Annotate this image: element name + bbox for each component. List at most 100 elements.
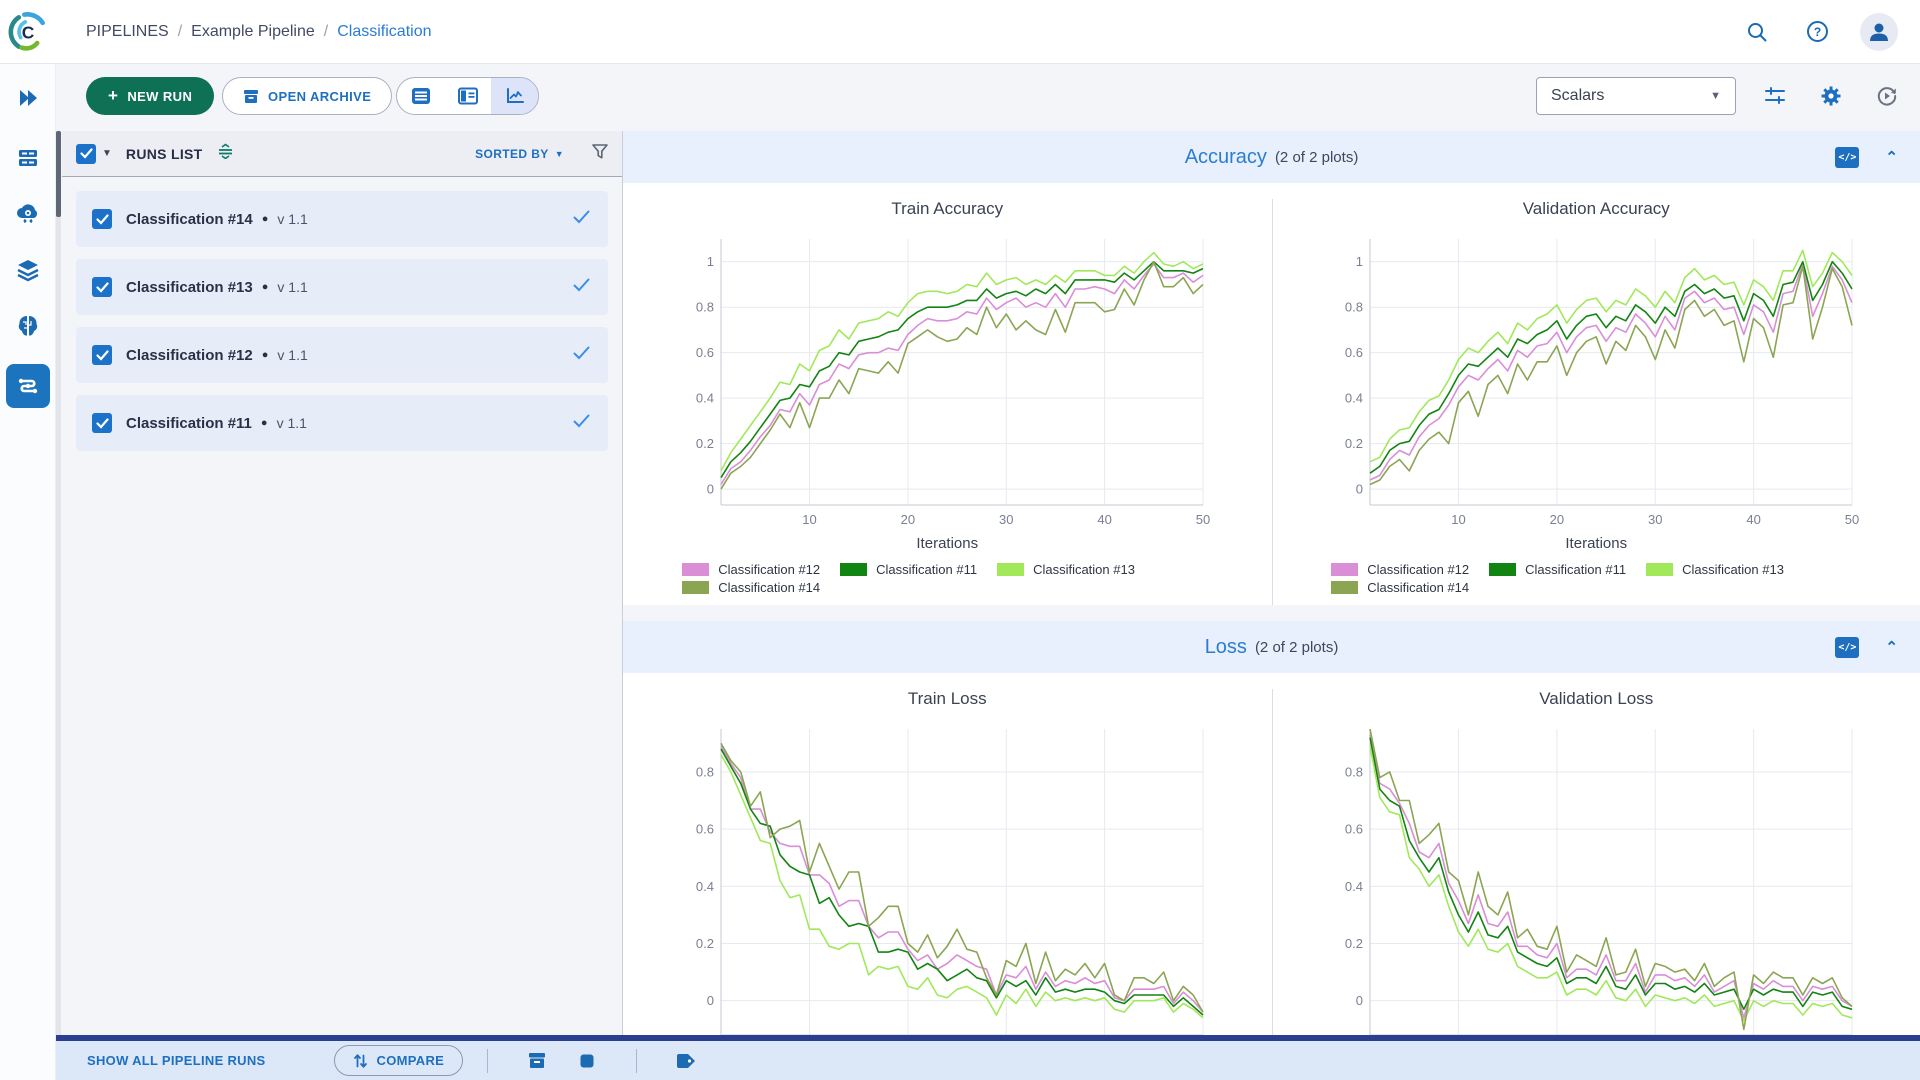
auto-refresh-icon[interactable]	[1870, 79, 1904, 113]
sort-settings-icon[interactable]	[217, 143, 234, 164]
chart-legend[interactable]: Classification #12 Classification #11 Clas…	[682, 562, 1212, 595]
legend-label: Classification #11	[1525, 562, 1627, 577]
open-archive-button[interactable]: OPEN ARCHIVE	[222, 77, 393, 115]
chart-view-icon[interactable]	[491, 78, 538, 114]
tune-icon[interactable]	[1758, 79, 1792, 113]
runs-scrollbar-thumb[interactable]	[56, 131, 61, 217]
nav-pipelines-icon[interactable]	[5, 364, 50, 408]
svg-text:0.2: 0.2	[1345, 436, 1363, 451]
breadcrumb-current: Classification	[337, 22, 432, 40]
svg-text:10: 10	[1452, 512, 1466, 527]
svg-text:0.4: 0.4	[1345, 391, 1363, 406]
svg-text:20: 20	[1550, 512, 1564, 527]
chart-legend[interactable]: Classification #12 Classification #11 Clas…	[1331, 562, 1861, 595]
svg-text:0.4: 0.4	[696, 879, 714, 894]
bottom-action-bar: SHOW ALL PIPELINE RUNS COMPARE	[56, 1041, 1920, 1080]
svg-text:0: 0	[1356, 993, 1363, 1008]
nav-workers-icon[interactable]	[6, 136, 50, 180]
legend-item[interactable]: Classification #14	[1331, 580, 1469, 595]
sorted-by-dropdown[interactable]: SORTED BY ▼	[475, 147, 564, 161]
nav-serving-icon[interactable]	[6, 192, 50, 236]
run-name: Classification #12	[126, 346, 253, 364]
train-loss-chart[interactable]: Train Loss 00.20.40.60.81020304050	[623, 689, 1272, 1035]
run-checkbox[interactable]	[92, 209, 112, 229]
legend-item[interactable]: Classification #13	[1646, 562, 1784, 577]
nav-projects-icon[interactable]	[6, 76, 50, 120]
svg-text:0.8: 0.8	[696, 300, 714, 315]
section-title: Loss	[1204, 635, 1247, 658]
run-checkbox[interactable]	[92, 277, 112, 297]
split-view-icon[interactable]	[444, 78, 491, 114]
user-avatar-icon[interactable]	[1860, 12, 1898, 51]
nav-datasets-icon[interactable]	[6, 248, 50, 292]
tag-icon[interactable]	[671, 1046, 701, 1076]
run-list-item[interactable]: Classification #14 ● v 1.1	[76, 191, 608, 247]
legend-item[interactable]: Classification #11	[1489, 562, 1626, 577]
legend-swatch	[1331, 563, 1359, 576]
runs-list-panel: ▼ RUNS LIST SORTED BY ▼ Classification #…	[56, 131, 622, 1035]
legend-item[interactable]: Classification #12	[1331, 562, 1469, 577]
runs-list-title: RUNS LIST	[125, 145, 203, 162]
run-selected-check-icon	[573, 414, 590, 433]
run-list-item[interactable]: Classification #12 ● v 1.1	[76, 327, 608, 383]
validation-accuracy-chart[interactable]: Validation Accuracy 0 0.2 0.4 0.6 0.8 1 10 20 30…	[1271, 199, 1920, 605]
section-accuracy-header[interactable]: Accuracy (2 of 2 plots) </> ⌃	[623, 131, 1920, 183]
run-list-item[interactable]: Classification #13 ● v 1.1	[76, 259, 608, 315]
svg-text:0.8: 0.8	[1345, 764, 1363, 779]
validation-loss-chart[interactable]: Validation Loss 00.20.40.60.81020304050	[1271, 689, 1920, 1035]
collapse-section-icon[interactable]: ⌃	[1885, 638, 1898, 656]
svg-text:0.6: 0.6	[696, 822, 714, 837]
new-run-button[interactable]: + NEW RUN	[86, 77, 215, 115]
run-selected-check-icon	[573, 210, 590, 229]
svg-text:0.6: 0.6	[1345, 822, 1363, 837]
svg-text:0.4: 0.4	[1345, 879, 1363, 894]
legend-item[interactable]: Classification #13	[997, 562, 1135, 577]
section-subtitle: (2 of 2 plots)	[1274, 148, 1359, 166]
run-status-dot: ●	[261, 281, 269, 293]
embed-code-icon[interactable]: </>	[1835, 146, 1860, 168]
train-accuracy-chart[interactable]: Train Accuracy 0 0.2 0.4 0.6 0.8 1 10 20 30 40 50 …	[623, 199, 1272, 605]
breadcrumb-pipelines[interactable]: PIPELINES	[86, 23, 169, 41]
nav-models-icon[interactable]	[6, 304, 50, 348]
top-bar: C PIPELINES / Example Pipeline / Classif…	[0, 0, 1920, 64]
table-view-icon[interactable]	[397, 78, 444, 114]
svg-text:0.8: 0.8	[696, 764, 714, 779]
section-loss: Loss (2 of 2 plots) </> ⌃ Train Loss 0 0.…	[623, 621, 1920, 1035]
compare-button[interactable]: COMPARE	[333, 1045, 464, 1076]
legend-item[interactable]: Classification #12	[682, 562, 820, 577]
metric-variant-select[interactable]: Scalars ▼	[1536, 77, 1736, 115]
run-name: Classification #14	[126, 210, 253, 228]
search-icon[interactable]	[1740, 15, 1774, 49]
run-selected-check-icon	[573, 278, 590, 297]
breadcrumb-project[interactable]: Example Pipeline	[191, 23, 315, 41]
help-icon[interactable]: ?	[1800, 15, 1834, 49]
run-checkbox[interactable]	[92, 413, 112, 433]
embed-code-icon[interactable]: </>	[1835, 636, 1860, 658]
run-list-item[interactable]: Classification #11 ● v 1.1	[76, 395, 608, 451]
runs-scrollbar[interactable]	[56, 131, 61, 1035]
filter-icon[interactable]	[592, 143, 608, 164]
chart-x-axis-label: Iterations	[916, 535, 979, 552]
svg-text:0.6: 0.6	[1345, 345, 1363, 360]
toolbar: + NEW RUN OPEN ARCHIVE Scalars ▼	[56, 64, 1920, 131]
archive-icon[interactable]	[522, 1046, 552, 1076]
abort-icon[interactable]	[572, 1046, 602, 1076]
legend-item[interactable]: Classification #11	[840, 562, 977, 577]
runs-list-body: Classification #14 ● v 1.1 Classificatio…	[62, 177, 622, 451]
run-version: v 1.1	[277, 279, 308, 295]
svg-text:30: 30	[1648, 512, 1662, 527]
svg-text:0.2: 0.2	[696, 436, 714, 451]
run-status-dot: ●	[260, 417, 268, 429]
run-version: v 1.1	[276, 415, 307, 431]
svg-text:1: 1	[1356, 254, 1363, 269]
show-all-pipeline-runs-link[interactable]: SHOW ALL PIPELINE RUNS	[87, 1053, 266, 1068]
section-loss-header[interactable]: Loss (2 of 2 plots) </> ⌃	[623, 621, 1920, 673]
gear-icon[interactable]	[1814, 79, 1848, 113]
legend-item[interactable]: Classification #14	[682, 580, 820, 595]
run-checkbox[interactable]	[92, 345, 112, 365]
select-all-checkbox[interactable]	[76, 143, 96, 164]
select-menu-caret-icon[interactable]: ▼	[102, 148, 112, 159]
clearml-logo[interactable]: C	[0, 10, 56, 54]
collapse-section-icon[interactable]: ⌃	[1885, 148, 1898, 166]
run-status-dot: ●	[261, 349, 269, 361]
